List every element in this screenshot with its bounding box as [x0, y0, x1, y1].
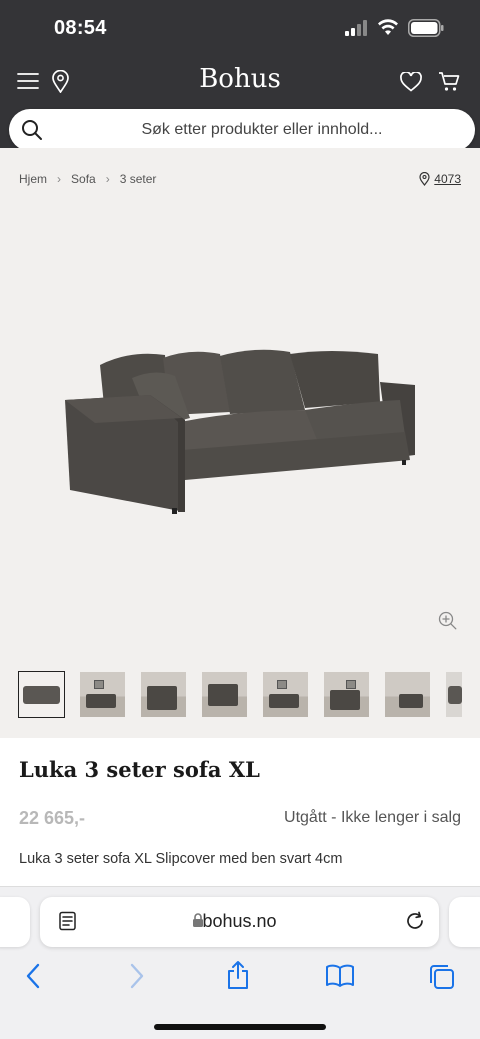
breadcrumb-3-seter[interactable]: 3 seter — [120, 172, 157, 186]
product-title: Luka 3 seter sofa XL — [19, 757, 260, 782]
thumbnail-5[interactable] — [263, 672, 308, 717]
url-text[interactable]: bohus.no — [40, 911, 439, 932]
thumbnail-3[interactable] — [141, 672, 186, 717]
selected-store[interactable]: 4073 — [419, 172, 461, 186]
thumbnail-6[interactable] — [324, 672, 369, 717]
tabs-icon[interactable] — [428, 963, 456, 996]
chevron-right-icon: › — [57, 172, 62, 186]
product-price: 22 665,- — [19, 808, 86, 828]
breadcrumb-home[interactable]: Hjem — [19, 172, 47, 186]
product-description: Luka 3 seter sofa XL Slipcover med ben s… — [19, 851, 343, 867]
wishlist-heart-icon[interactable] — [400, 72, 422, 92]
search-icon — [22, 120, 42, 140]
back-icon[interactable] — [24, 962, 42, 995]
status-time: 08:54 — [54, 17, 107, 39]
location-pin-icon — [419, 172, 430, 186]
bookmarks-icon[interactable] — [325, 964, 355, 993]
cellular-signal-icon — [345, 20, 367, 36]
sofa-product-image[interactable] — [60, 340, 420, 520]
availability-status: Utgått - Ikke lenger i salg — [284, 809, 461, 826]
reload-icon[interactable] — [404, 910, 426, 932]
share-icon[interactable] — [225, 960, 251, 995]
next-tab-preview[interactable] — [449, 897, 480, 947]
search-bar[interactable]: Søk etter produkter eller innhold... — [9, 109, 475, 151]
thumbnail-7[interactable] — [385, 672, 430, 717]
breadcrumb: Hjem › Sofa › 3 seter — [19, 172, 156, 186]
battery-icon — [408, 19, 444, 37]
search-input[interactable]: Søk etter produkter eller innhold... — [65, 121, 459, 139]
chevron-right-icon: › — [105, 172, 110, 186]
home-indicator — [154, 1024, 326, 1030]
thumbnail-1[interactable] — [18, 671, 65, 718]
store-number[interactable]: 4073 — [434, 172, 461, 186]
status-bar: 08:54 — [0, 0, 480, 58]
breadcrumb-sofa[interactable]: Sofa — [71, 172, 96, 186]
zoom-in-icon[interactable] — [438, 611, 458, 636]
thumbnail-4[interactable] — [202, 672, 247, 717]
address-bar[interactable]: bohus.no — [40, 897, 439, 947]
thumbnail-2[interactable] — [80, 672, 125, 717]
thumbnail-strip — [18, 671, 462, 718]
cart-icon[interactable] — [438, 71, 460, 92]
thumbnail-8[interactable] — [446, 672, 462, 717]
previous-tab-preview[interactable] — [0, 897, 30, 947]
wifi-icon — [378, 19, 398, 35]
forward-icon[interactable] — [128, 962, 146, 995]
